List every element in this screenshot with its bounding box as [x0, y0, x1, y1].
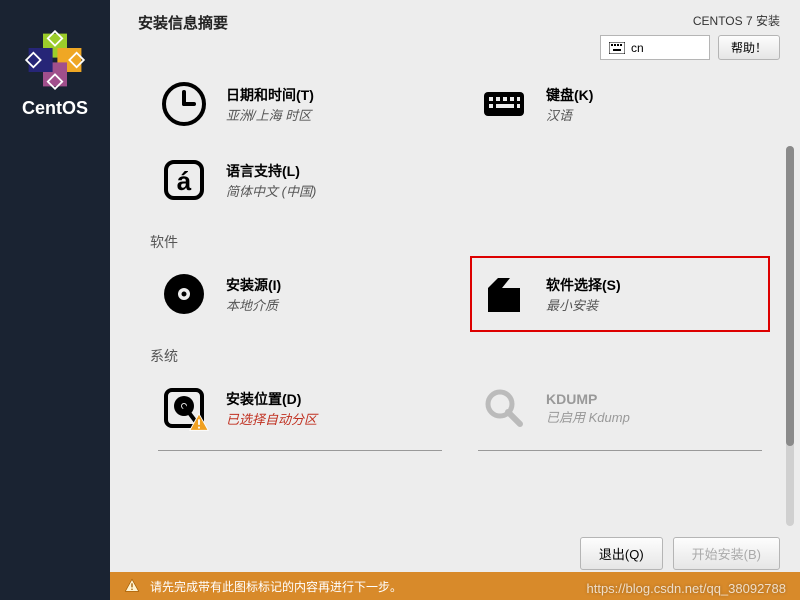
spoke-status: 已启用 Kdump	[546, 407, 630, 426]
section-software: 软件	[150, 232, 770, 252]
keyboard-indicator[interactable]: cn	[600, 35, 710, 60]
kdump-icon	[480, 384, 528, 432]
svg-text:á: á	[177, 166, 192, 196]
clock-icon	[160, 80, 208, 128]
spoke-install-source[interactable]: 安装源(I) 本地介质	[150, 256, 450, 332]
scrollbar[interactable]	[786, 146, 794, 526]
section-system: 系统	[150, 346, 770, 366]
keyboard-icon	[609, 42, 625, 54]
warning-badge-icon	[188, 412, 210, 434]
keyboard-large-icon	[480, 80, 528, 128]
spoke-status: 最小安装	[546, 295, 621, 314]
cut-divider	[478, 450, 762, 451]
spoke-datetime[interactable]: 日期和时间(T) 亚洲/上海 时区	[150, 66, 450, 142]
spoke-status: 简体中文 (中国)	[226, 181, 316, 200]
keyboard-value: cn	[631, 41, 644, 55]
warning-text: 请先完成带有此图标标记的内容再进行下一步。	[150, 578, 402, 595]
spoke-title: 安装源(I)	[226, 275, 281, 295]
spoke-keyboard[interactable]: 键盘(K) 汉语	[470, 66, 770, 142]
disc-icon	[160, 270, 208, 318]
spoke-title: 键盘(K)	[546, 85, 593, 105]
cut-divider	[158, 450, 442, 451]
spoke-title: 日期和时间(T)	[226, 85, 314, 105]
spoke-status: 已选择自动分区	[226, 409, 317, 428]
spoke-title: 安装位置(D)	[226, 389, 317, 409]
spoke-title: 软件选择(S)	[546, 275, 621, 295]
package-icon	[480, 270, 528, 318]
spoke-title: KDUMP	[546, 391, 630, 407]
installer-name: CENTOS 7 安装	[693, 12, 780, 29]
spoke-install-destination[interactable]: 安装位置(D) 已选择自动分区	[150, 370, 450, 446]
harddrive-icon	[160, 384, 208, 432]
quit-button[interactable]: 退出(Q)	[580, 537, 663, 570]
spoke-status: 本地介质	[226, 295, 281, 314]
help-button[interactable]: 帮助！	[718, 35, 780, 60]
begin-install-button[interactable]: 开始安装(B)	[673, 537, 780, 570]
brand-text: CentOS	[22, 98, 88, 119]
centos-logo-icon	[25, 30, 85, 90]
main-panel: 安装信息摘要 CENTOS 7 安装 cn 帮助！	[110, 0, 800, 600]
page-title: 安装信息摘要	[138, 12, 228, 60]
spoke-title: 语言支持(L)	[226, 161, 316, 181]
spoke-status: 亚洲/上海 时区	[226, 105, 314, 124]
spoke-software-selection[interactable]: 软件选择(S) 最小安装	[470, 256, 770, 332]
scrollbar-thumb[interactable]	[786, 146, 794, 446]
spoke-status: 汉语	[546, 105, 593, 124]
language-icon: á	[160, 156, 208, 204]
spoke-language[interactable]: á 语言支持(L) 简体中文 (中国)	[150, 142, 450, 218]
warning-icon	[124, 578, 140, 594]
watermark: https://blog.csdn.net/qq_38092788	[587, 581, 787, 596]
spoke-kdump[interactable]: KDUMP 已启用 Kdump	[470, 370, 770, 446]
sidebar: CentOS	[0, 0, 110, 600]
